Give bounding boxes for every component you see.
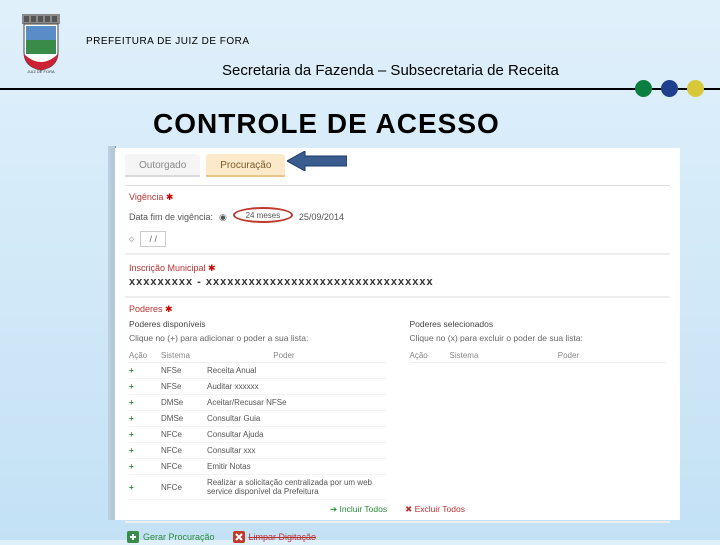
gerar-procuracao-button[interactable]: Gerar Procuração (127, 531, 215, 543)
vigencia-label: Vigência ✱ (129, 192, 173, 203)
circled-24-meses: 24 meses (233, 207, 293, 223)
svg-text:JUIZ DE FORA: JUIZ DE FORA (27, 69, 55, 74)
add-icon[interactable]: + (129, 382, 161, 391)
col-disponiveis: Poderes disponíveis Clique no (+) para a… (129, 319, 386, 500)
data-fim-row: Data fim de vigência: ◉ 24 meses 25/09/2… (115, 203, 680, 225)
table-row: +NFCeConsultar Ajuda (129, 427, 386, 443)
table-row: +DMSeConsultar Guia (129, 411, 386, 427)
inscricao-label: Inscrição Municipal ✱ (129, 263, 666, 274)
radio-custom[interactable]: ○ (129, 234, 134, 244)
prefeitura-label: PREFEITURA DE JUIZ DE FORA (86, 36, 250, 47)
row-sistema: DMSe (161, 398, 207, 407)
row-sistema: NFCe (161, 462, 207, 471)
clear-icon (233, 531, 245, 543)
tab-outorgado[interactable]: Outorgado (125, 154, 200, 177)
limpar-digitacao-button[interactable]: Limpar Digitação (233, 531, 317, 543)
inscricao-numero: xxxxxxxxx (129, 276, 193, 288)
table-row: +NFCeRealizar a solicitação centralizada… (129, 475, 386, 500)
row-poder: Aceitar/Recusar NFSe (207, 398, 386, 407)
inscricao-nome: xxxxxxxxxxxxxxxxxxxxxxxxxxxxxxxx (206, 276, 434, 288)
panel-shadow (108, 146, 115, 520)
section-title: CONTROLE DE ACESSO (153, 108, 500, 140)
table-row: +NFSeAuditar xxxxxx (129, 379, 386, 395)
row-sistema: NFCe (161, 430, 207, 439)
col-selecionados: Poderes selecionados Clique no (x) para … (410, 319, 667, 500)
radio-24[interactable]: ◉ (219, 212, 227, 223)
tab-procuracao[interactable]: Procuração (206, 154, 285, 177)
add-icon[interactable]: + (129, 366, 161, 375)
add-icon[interactable]: + (129, 446, 161, 455)
dot-blue (661, 80, 678, 97)
inscricao-block: Inscrição Municipal ✱ xxxxxxxxx - xxxxxx… (115, 255, 680, 296)
date-fixed-value: 25/09/2014 (299, 212, 344, 222)
row-poder: Auditar xxxxxx (207, 382, 386, 391)
secretaria-label: Secretaria da Fazenda – Subsecretaria de… (222, 62, 559, 79)
row-poder: Realizar a solicitação centralizada por … (207, 478, 386, 496)
row-sistema: NFCe (161, 446, 207, 455)
incluir-todos-link[interactable]: ➔ Incluir Todos (330, 504, 387, 515)
table-row: +NFCeConsultar xxx (129, 443, 386, 459)
add-icon[interactable]: + (129, 483, 161, 492)
add-icon[interactable]: + (129, 414, 161, 423)
row-poder: Consultar xxx (207, 446, 386, 455)
poderes-disponiveis-title: Poderes disponíveis (129, 319, 386, 329)
add-icon[interactable]: + (129, 398, 161, 407)
vigencia-row: Vigência ✱ (115, 186, 680, 203)
crest-logo: JUIZ DE FORA (16, 12, 66, 74)
row-poder: Consultar Ajuda (207, 430, 386, 439)
dot-green (635, 80, 652, 97)
dot-yellow (687, 80, 704, 97)
table-row: +NFCeEmitir Notas (129, 459, 386, 475)
date-input[interactable]: / / (140, 231, 166, 247)
table-row: +DMSeAceitar/Recusar NFSe (129, 395, 386, 411)
excluir-todos-link[interactable]: ✖ Excluir Todos (405, 504, 465, 515)
tabs: Outorgado Procuração (115, 148, 680, 177)
row-sistema: NFSe (161, 382, 207, 391)
table-row: +NFSeReceita Anual (129, 363, 386, 379)
dica-add: Clique no (+) para adicionar o poder a s… (129, 333, 386, 343)
row-sistema: NFCe (161, 483, 207, 492)
row-poder: Receita Anual (207, 366, 386, 375)
add-icon[interactable]: + (129, 462, 161, 471)
pointer-arrow (287, 151, 347, 171)
poderes-label: Poderes ✱ (129, 304, 173, 315)
dica-rem: Clique no (x) para excluir o poder de su… (410, 333, 667, 343)
plus-icon (127, 531, 139, 543)
row-sistema: NFSe (161, 366, 207, 375)
row-poder: Emitir Notas (207, 462, 386, 471)
row-poder: Consultar Guia (207, 414, 386, 423)
poderes-selecionados-title: Poderes selecionados (410, 319, 667, 329)
row-sistema: DMSe (161, 414, 207, 423)
header-rule (0, 88, 720, 90)
add-icon[interactable]: + (129, 430, 161, 439)
data-fim-label: Data fim de vigência: (129, 212, 213, 222)
app-panel: Outorgado Procuração Vigência ✱ Data fim… (115, 148, 680, 520)
